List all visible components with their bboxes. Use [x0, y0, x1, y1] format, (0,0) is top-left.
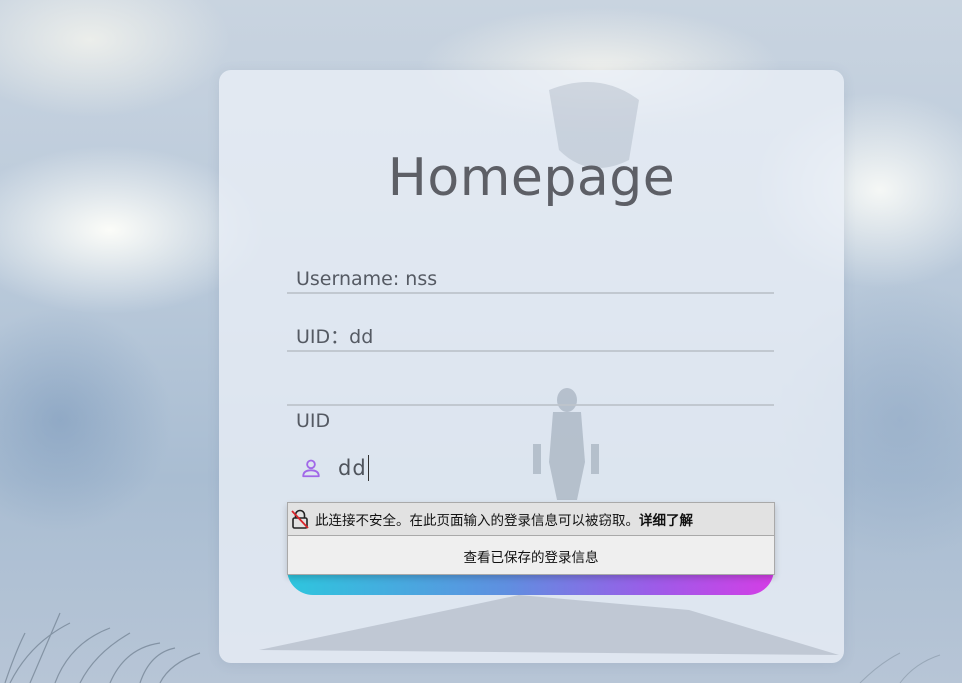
view-saved-logins-button[interactable]: 查看已保存的登录信息 [288, 536, 774, 575]
person-icon [302, 459, 320, 478]
uid-display-row: UID：dd [287, 325, 774, 352]
uid-input-value[interactable]: dd [338, 456, 367, 480]
uid-input[interactable]: dd [287, 448, 774, 488]
uid-display-value: dd [349, 326, 374, 348]
uid-field-label: UID [296, 410, 331, 432]
username-value: nss [405, 268, 438, 290]
username-display-row: Username: nss [287, 267, 774, 294]
warning-text: 此连接不安全。在此页面输入的登录信息可以被窃取。 [315, 513, 639, 529]
page-title: Homepage [387, 148, 676, 208]
autofill-popup: 此连接不安全。在此页面输入的登录信息可以被窃取。 详细了解 查看已保存的登录信息 [287, 502, 775, 575]
username-label: Username: [296, 268, 406, 290]
insecure-lock-icon [291, 509, 309, 529]
text-caret [367, 455, 369, 481]
learn-more-link[interactable]: 详细了解 [639, 509, 693, 529]
insecure-connection-warning: 此连接不安全。在此页面输入的登录信息可以被窃取。 详细了解 [288, 503, 774, 536]
empty-output-row [287, 379, 774, 406]
uid-display-label: UID： [296, 326, 350, 348]
